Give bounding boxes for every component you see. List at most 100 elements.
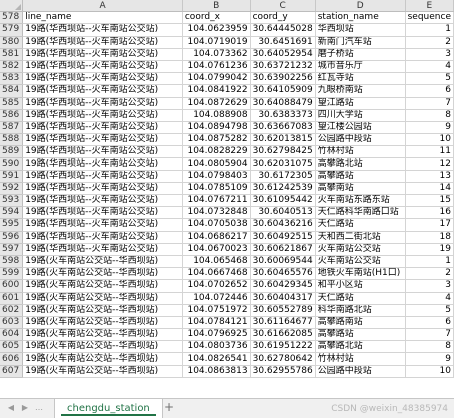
cell-coord-y[interactable]: 30.62013815 bbox=[250, 133, 316, 147]
column-header-e[interactable]: E bbox=[405, 0, 454, 13]
cell-station-name[interactable]: 高攀路北站 bbox=[315, 340, 406, 354]
row-header[interactable]: 597 bbox=[0, 243, 24, 256]
cell-line-name[interactable]: 19路(华西坝站--火车南站公交站) bbox=[22, 133, 183, 147]
cell-coord-x[interactable]: 104.0798403 bbox=[182, 170, 251, 183]
cell-coord-x[interactable]: 104.0828229 bbox=[182, 145, 251, 159]
sheet-nav-more-icon[interactable]: … bbox=[34, 403, 44, 413]
row-header[interactable]: 578 bbox=[0, 11, 24, 25]
cell-station-name[interactable]: 高攀南站 bbox=[315, 182, 406, 196]
row-header[interactable]: 599 bbox=[0, 267, 24, 281]
cell-sequence[interactable]: 8 bbox=[405, 109, 454, 122]
cell-coord-x[interactable]: 104.0686217 bbox=[182, 231, 251, 244]
row-header[interactable]: 607 bbox=[0, 365, 24, 378]
sheet-tab-chengdu-station[interactable]: chengdu_station bbox=[54, 399, 163, 418]
cell-coord-y[interactable]: 30.6040513 bbox=[250, 206, 316, 220]
row-header[interactable]: 590 bbox=[0, 157, 24, 171]
cell-coord-x[interactable]: 104.0719019 bbox=[182, 36, 251, 49]
cell-coord-x[interactable]: 104.0785109 bbox=[182, 182, 251, 196]
cell-station-name[interactable]: 天仁路站 bbox=[315, 218, 406, 232]
cell-station-name[interactable]: 火车南站东路东站 bbox=[315, 194, 406, 208]
row-header[interactable]: 595 bbox=[0, 218, 24, 232]
row-header[interactable]: 584 bbox=[0, 84, 24, 98]
cell-sequence[interactable]: 19 bbox=[405, 243, 454, 256]
cell-coord-y[interactable]: 30.60552789 bbox=[250, 304, 316, 317]
cell-coord-x[interactable]: 104.072446 bbox=[182, 292, 251, 305]
cell-coord-y[interactable]: 30.60429345 bbox=[250, 279, 316, 293]
column-header-d[interactable]: D bbox=[315, 0, 406, 13]
cell-sequence[interactable]: 3 bbox=[405, 48, 454, 61]
cell-station-name[interactable]: 火车南站公交站 bbox=[315, 243, 406, 256]
row-header[interactable]: 605 bbox=[0, 340, 24, 354]
cell-station-name[interactable]: 地铁火车南站(H1口) bbox=[315, 267, 406, 281]
cell-line-name[interactable]: 19路(华西坝站--火车南站公交站) bbox=[22, 48, 183, 61]
row-header[interactable]: 593 bbox=[0, 194, 24, 208]
cell-line-name[interactable]: 19路(华西坝站--火车南站公交站) bbox=[22, 23, 183, 37]
cell-sequence[interactable]: 1 bbox=[405, 23, 454, 37]
cell-station-name[interactable]: 九眼桥南站 bbox=[315, 84, 406, 98]
cell-line-name[interactable]: 19路(华西坝站--火车南站公交站) bbox=[22, 218, 183, 232]
cell-line-name[interactable]: 19路(火车南站公交站--华西坝站) bbox=[22, 279, 183, 293]
cell-coord-y[interactable]: 30.62955786 bbox=[250, 365, 316, 378]
cell-sequence[interactable]: 4 bbox=[405, 60, 454, 74]
cell-line-name[interactable]: 19路(华西坝站--火车南站公交站) bbox=[22, 121, 183, 135]
row-header[interactable]: 583 bbox=[0, 72, 24, 86]
cell-sequence[interactable]: 7 bbox=[405, 97, 454, 110]
cell-sequence[interactable]: 8 bbox=[405, 340, 454, 354]
cell-coord-x[interactable]: 104.0784121 bbox=[182, 316, 251, 330]
cell-sequence[interactable]: 11 bbox=[405, 145, 454, 159]
cell-station-name[interactable]: 天和西二街北站 bbox=[315, 231, 406, 244]
cell-coord-y[interactable]: 30.60404317 bbox=[250, 292, 316, 305]
cell-station-name[interactable]: 城市音乐厅 bbox=[315, 60, 406, 74]
row-header[interactable]: 598 bbox=[0, 255, 24, 269]
cell-coord-x[interactable]: 104.065468 bbox=[182, 255, 251, 269]
cell-coord-x[interactable]: 104.0767211 bbox=[182, 194, 251, 208]
cell-line-name[interactable]: 19路(华西坝站--火车南站公交站) bbox=[22, 84, 183, 98]
cell-station-name[interactable]: 高攀路站 bbox=[315, 328, 406, 342]
cell-station-name[interactable]: 竹林村站 bbox=[315, 145, 406, 159]
row-header[interactable]: 596 bbox=[0, 231, 24, 244]
cell-station-name[interactable]: 华西坝站 bbox=[315, 23, 406, 37]
cell-coord-y[interactable]: 30.63902256 bbox=[250, 72, 316, 86]
cell-line-name[interactable]: 19路(火车南站公交站--华西坝站) bbox=[22, 340, 183, 354]
cell-sequence[interactable]: 3 bbox=[405, 279, 454, 293]
row-header[interactable]: 589 bbox=[0, 145, 24, 159]
cell-station-name[interactable]: 望江楼公园站 bbox=[315, 121, 406, 135]
cell-coord-x[interactable]: 104.0702652 bbox=[182, 279, 251, 293]
cell-coord-x[interactable]: 104.0670023 bbox=[182, 243, 251, 256]
cell-coord-y[interactable]: 30.64088479 bbox=[250, 97, 316, 110]
cell-sequence[interactable]: 17 bbox=[405, 218, 454, 232]
cell-station-name[interactable]: 火车南站公交站 bbox=[315, 255, 406, 269]
cell-coord-x[interactable]: 104.0761236 bbox=[182, 60, 251, 74]
cell-station-name[interactable]: 天仁路站 bbox=[315, 292, 406, 305]
cell-coord-x[interactable]: 104.0623959 bbox=[182, 23, 251, 37]
cell-sequence[interactable]: 18 bbox=[405, 231, 454, 244]
cell-coord-x[interactable]: 104.0732848 bbox=[182, 206, 251, 220]
cell-coord-x[interactable]: 104.0894798 bbox=[182, 121, 251, 135]
cell-coord-x[interactable]: 104.0805904 bbox=[182, 157, 251, 171]
row-header[interactable]: 582 bbox=[0, 60, 24, 74]
cell-sequence[interactable]: 7 bbox=[405, 328, 454, 342]
cell-line-name[interactable]: 19路(华西坝站--火车南站公交站) bbox=[22, 60, 183, 74]
cell-coord-y[interactable]: 30.61951222 bbox=[250, 340, 316, 354]
row-header[interactable]: 602 bbox=[0, 304, 24, 317]
cell-line-name[interactable]: 19路(华西坝站--火车南站公交站) bbox=[22, 72, 183, 86]
cell-coord-y[interactable]: 30.60465576 bbox=[250, 267, 316, 281]
cell-line-name[interactable]: 19路(华西坝站--火车南站公交站) bbox=[22, 194, 183, 208]
cell-line-name[interactable]: 19路(华西坝站--火车南站公交站) bbox=[22, 206, 183, 220]
cell-line-name[interactable]: 19路(华西坝站--火车南站公交站) bbox=[22, 36, 183, 49]
sheet-nav-prev-icon[interactable]: ◀ bbox=[6, 403, 16, 413]
cell-line-name[interactable]: 19路(华西坝站--火车南站公交站) bbox=[22, 145, 183, 159]
cell-line-name[interactable]: 19路(火车南站公交站--华西坝站) bbox=[22, 365, 183, 378]
cell-sequence[interactable]: 6 bbox=[405, 316, 454, 330]
cell-sequence[interactable]: 6 bbox=[405, 84, 454, 98]
cell-coord-y[interactable]: 30.62798425 bbox=[250, 145, 316, 159]
cell-coord-y[interactable]: 30.60069544 bbox=[250, 255, 316, 269]
row-header[interactable]: 585 bbox=[0, 97, 24, 110]
cell-coord-y[interactable]: 30.62031075 bbox=[250, 157, 316, 171]
cell-coord-y[interactable]: 30.6451691 bbox=[250, 36, 316, 49]
cell-coord-x[interactable]: 104.0826541 bbox=[182, 352, 251, 366]
cell-sequence[interactable]: 2 bbox=[405, 36, 454, 49]
sheet-nav-next-icon[interactable]: ▶ bbox=[20, 403, 30, 413]
cell-coord-x[interactable]: 104.0863813 bbox=[182, 365, 251, 378]
cell-coord-y[interactable]: 30.64445028 bbox=[250, 23, 316, 37]
